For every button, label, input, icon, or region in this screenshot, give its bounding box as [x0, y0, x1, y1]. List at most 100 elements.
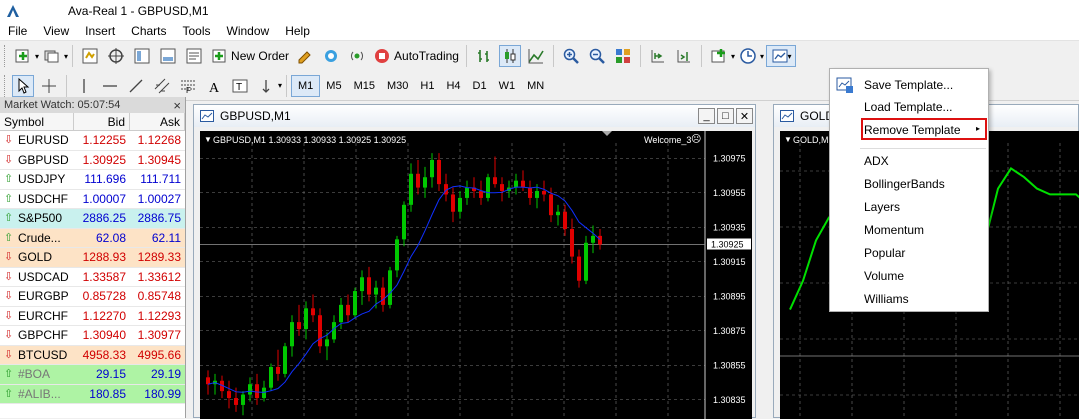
- new-chart-button[interactable]: [12, 45, 34, 67]
- chevron-down-icon[interactable]: ▾: [278, 81, 282, 90]
- candle-bear: [570, 228, 574, 257]
- menu-insert[interactable]: Insert: [77, 24, 123, 38]
- table-row[interactable]: ⇧ USDCHF 1.00007 1.00027: [0, 189, 185, 209]
- channel-button[interactable]: [151, 75, 173, 97]
- new-order-button[interactable]: New Order: [207, 45, 292, 67]
- table-row[interactable]: ⇩ EURCHF 1.12270 1.12293: [0, 306, 185, 326]
- text-button[interactable]: A: [203, 75, 225, 97]
- label-button[interactable]: T: [229, 75, 251, 97]
- arrows-button[interactable]: [255, 75, 277, 97]
- zoom-in-button[interactable]: [560, 45, 582, 67]
- candle-bull: [395, 239, 399, 271]
- remove-template-item[interactable]: Remove Template: [864, 123, 961, 137]
- vertical-line-button[interactable]: [73, 75, 95, 97]
- indicators-button[interactable]: [708, 45, 730, 67]
- column-symbol[interactable]: Symbol: [0, 113, 74, 130]
- table-row[interactable]: ⇩ EURGBP 0.85728 0.85748: [0, 287, 185, 307]
- template-momentum[interactable]: Momentum: [864, 223, 924, 237]
- chevron-down-icon[interactable]: ▾: [35, 52, 39, 61]
- table-row[interactable]: ⇩ BTCUSD 4958.33 4995.66: [0, 345, 185, 365]
- load-template-item[interactable]: Load Template...: [864, 100, 953, 114]
- profiles-button[interactable]: [41, 45, 63, 67]
- table-row[interactable]: ⇩ EURUSD 1.12255 1.12268: [0, 131, 185, 151]
- close-icon[interactable]: ×: [173, 98, 181, 113]
- signals-button[interactable]: [320, 45, 342, 67]
- template-popular[interactable]: Popular: [864, 246, 905, 260]
- line-chart-button[interactable]: [525, 45, 547, 67]
- candle-bull: [248, 384, 252, 395]
- timeframe-m5[interactable]: M5: [320, 75, 347, 97]
- trendline-button[interactable]: [125, 75, 147, 97]
- strategy-tester-button[interactable]: [183, 45, 205, 67]
- terminal-button[interactable]: [157, 45, 179, 67]
- trendline-icon: [129, 79, 143, 92]
- minimize-button[interactable]: _: [698, 108, 715, 124]
- menu-charts[interactable]: Charts: [123, 24, 174, 38]
- cursor-button[interactable]: [12, 74, 34, 97]
- menu-view[interactable]: View: [35, 24, 77, 38]
- price-tick-label: 1.30975: [713, 153, 746, 163]
- market-button[interactable]: [346, 45, 368, 67]
- table-row[interactable]: ⇩ GOLD 1288.93 1289.33: [0, 248, 185, 268]
- timeframe-m1[interactable]: M1: [291, 74, 321, 97]
- table-row[interactable]: ⇩ GBPUSD 1.30925 1.30945: [0, 150, 185, 170]
- column-bid[interactable]: Bid: [74, 113, 130, 130]
- zoom-out-button[interactable]: [586, 45, 608, 67]
- table-row[interactable]: ⇩ GBPCHF 1.30940 1.30977: [0, 326, 185, 346]
- timeframe-m15[interactable]: M15: [348, 75, 381, 97]
- timeframe-w1[interactable]: W1: [493, 75, 522, 97]
- template-bollingerbands[interactable]: BollingerBands: [864, 177, 945, 191]
- chart-shift-button[interactable]: [673, 45, 695, 67]
- horizontal-line-button[interactable]: [99, 75, 121, 97]
- save-template-item[interactable]: Save Template...: [864, 78, 953, 92]
- navigator-button[interactable]: [131, 45, 153, 67]
- menu-help[interactable]: Help: [277, 24, 318, 38]
- template-williams[interactable]: Williams: [864, 292, 909, 306]
- template-adx[interactable]: ADX: [864, 154, 889, 168]
- menu-tools[interactable]: Tools: [175, 24, 219, 38]
- signals-icon: [325, 50, 338, 62]
- crosshair-icon: [42, 78, 56, 93]
- chevron-down-icon[interactable]: ▾: [760, 52, 764, 61]
- toolbar-grip[interactable]: [4, 45, 7, 67]
- table-row[interactable]: ⇧ USDJPY 111.696 111.711: [0, 170, 185, 190]
- table-row[interactable]: ⇧ Crude... 62.08 62.11: [0, 228, 185, 248]
- chevron-down-icon[interactable]: ▾: [64, 52, 68, 61]
- bar-chart-button[interactable]: [473, 45, 495, 67]
- symbol-cell: ⇧ USDJPY: [0, 172, 74, 186]
- toolbar-grip[interactable]: [4, 74, 7, 97]
- crosshair-button[interactable]: [38, 75, 60, 97]
- chart-canvas-gbpusd[interactable]: 1.30975 1.30955 1.30935 1.30915 1.30895 1.308…: [200, 131, 752, 419]
- ask-cell: 2886.75: [137, 211, 181, 226]
- auto-scroll-button[interactable]: [647, 45, 669, 67]
- data-window-button[interactable]: [105, 45, 127, 67]
- fibonacci-button[interactable]: F: [177, 75, 199, 97]
- timeframe-h1[interactable]: H1: [414, 75, 440, 97]
- arrow-up-icon: ⇧: [4, 192, 14, 205]
- candlestick-button[interactable]: [498, 45, 521, 67]
- periods-button[interactable]: [737, 45, 759, 67]
- column-ask[interactable]: Ask: [130, 113, 185, 130]
- chart-window-titlebar[interactable]: GBPUSD,M1 _ □ ✕: [194, 105, 755, 127]
- maximize-button[interactable]: □: [717, 108, 734, 124]
- template-layers[interactable]: Layers: [864, 200, 900, 214]
- timeframe-d1[interactable]: D1: [467, 75, 493, 97]
- chevron-down-icon[interactable]: ▾: [731, 52, 735, 61]
- table-row[interactable]: ⇩ USDCAD 1.33587 1.33612: [0, 267, 185, 287]
- menu-file[interactable]: File: [0, 24, 35, 38]
- metaeditor-button[interactable]: [294, 45, 316, 67]
- timeframe-h4[interactable]: H4: [440, 75, 466, 97]
- bid-cell: 180.85: [89, 386, 126, 401]
- timeframe-m30[interactable]: M30: [381, 75, 414, 97]
- templates-button[interactable]: ▾: [766, 45, 797, 67]
- template-volume[interactable]: Volume: [864, 269, 904, 283]
- tile-windows-button[interactable]: [612, 45, 634, 67]
- market-watch-button[interactable]: [79, 45, 101, 67]
- close-button[interactable]: ✕: [736, 108, 753, 124]
- timeframe-mn[interactable]: MN: [521, 75, 550, 97]
- table-row[interactable]: ⇧ #BOA 29.15 29.19: [0, 365, 185, 385]
- menu-window[interactable]: Window: [219, 24, 278, 38]
- autotrading-button[interactable]: AutoTrading: [370, 45, 462, 67]
- table-row[interactable]: ⇧ S&P500 2886.25 2886.75: [0, 209, 185, 229]
- table-row[interactable]: ⇧ #ALIB... 180.85 180.99: [0, 384, 185, 404]
